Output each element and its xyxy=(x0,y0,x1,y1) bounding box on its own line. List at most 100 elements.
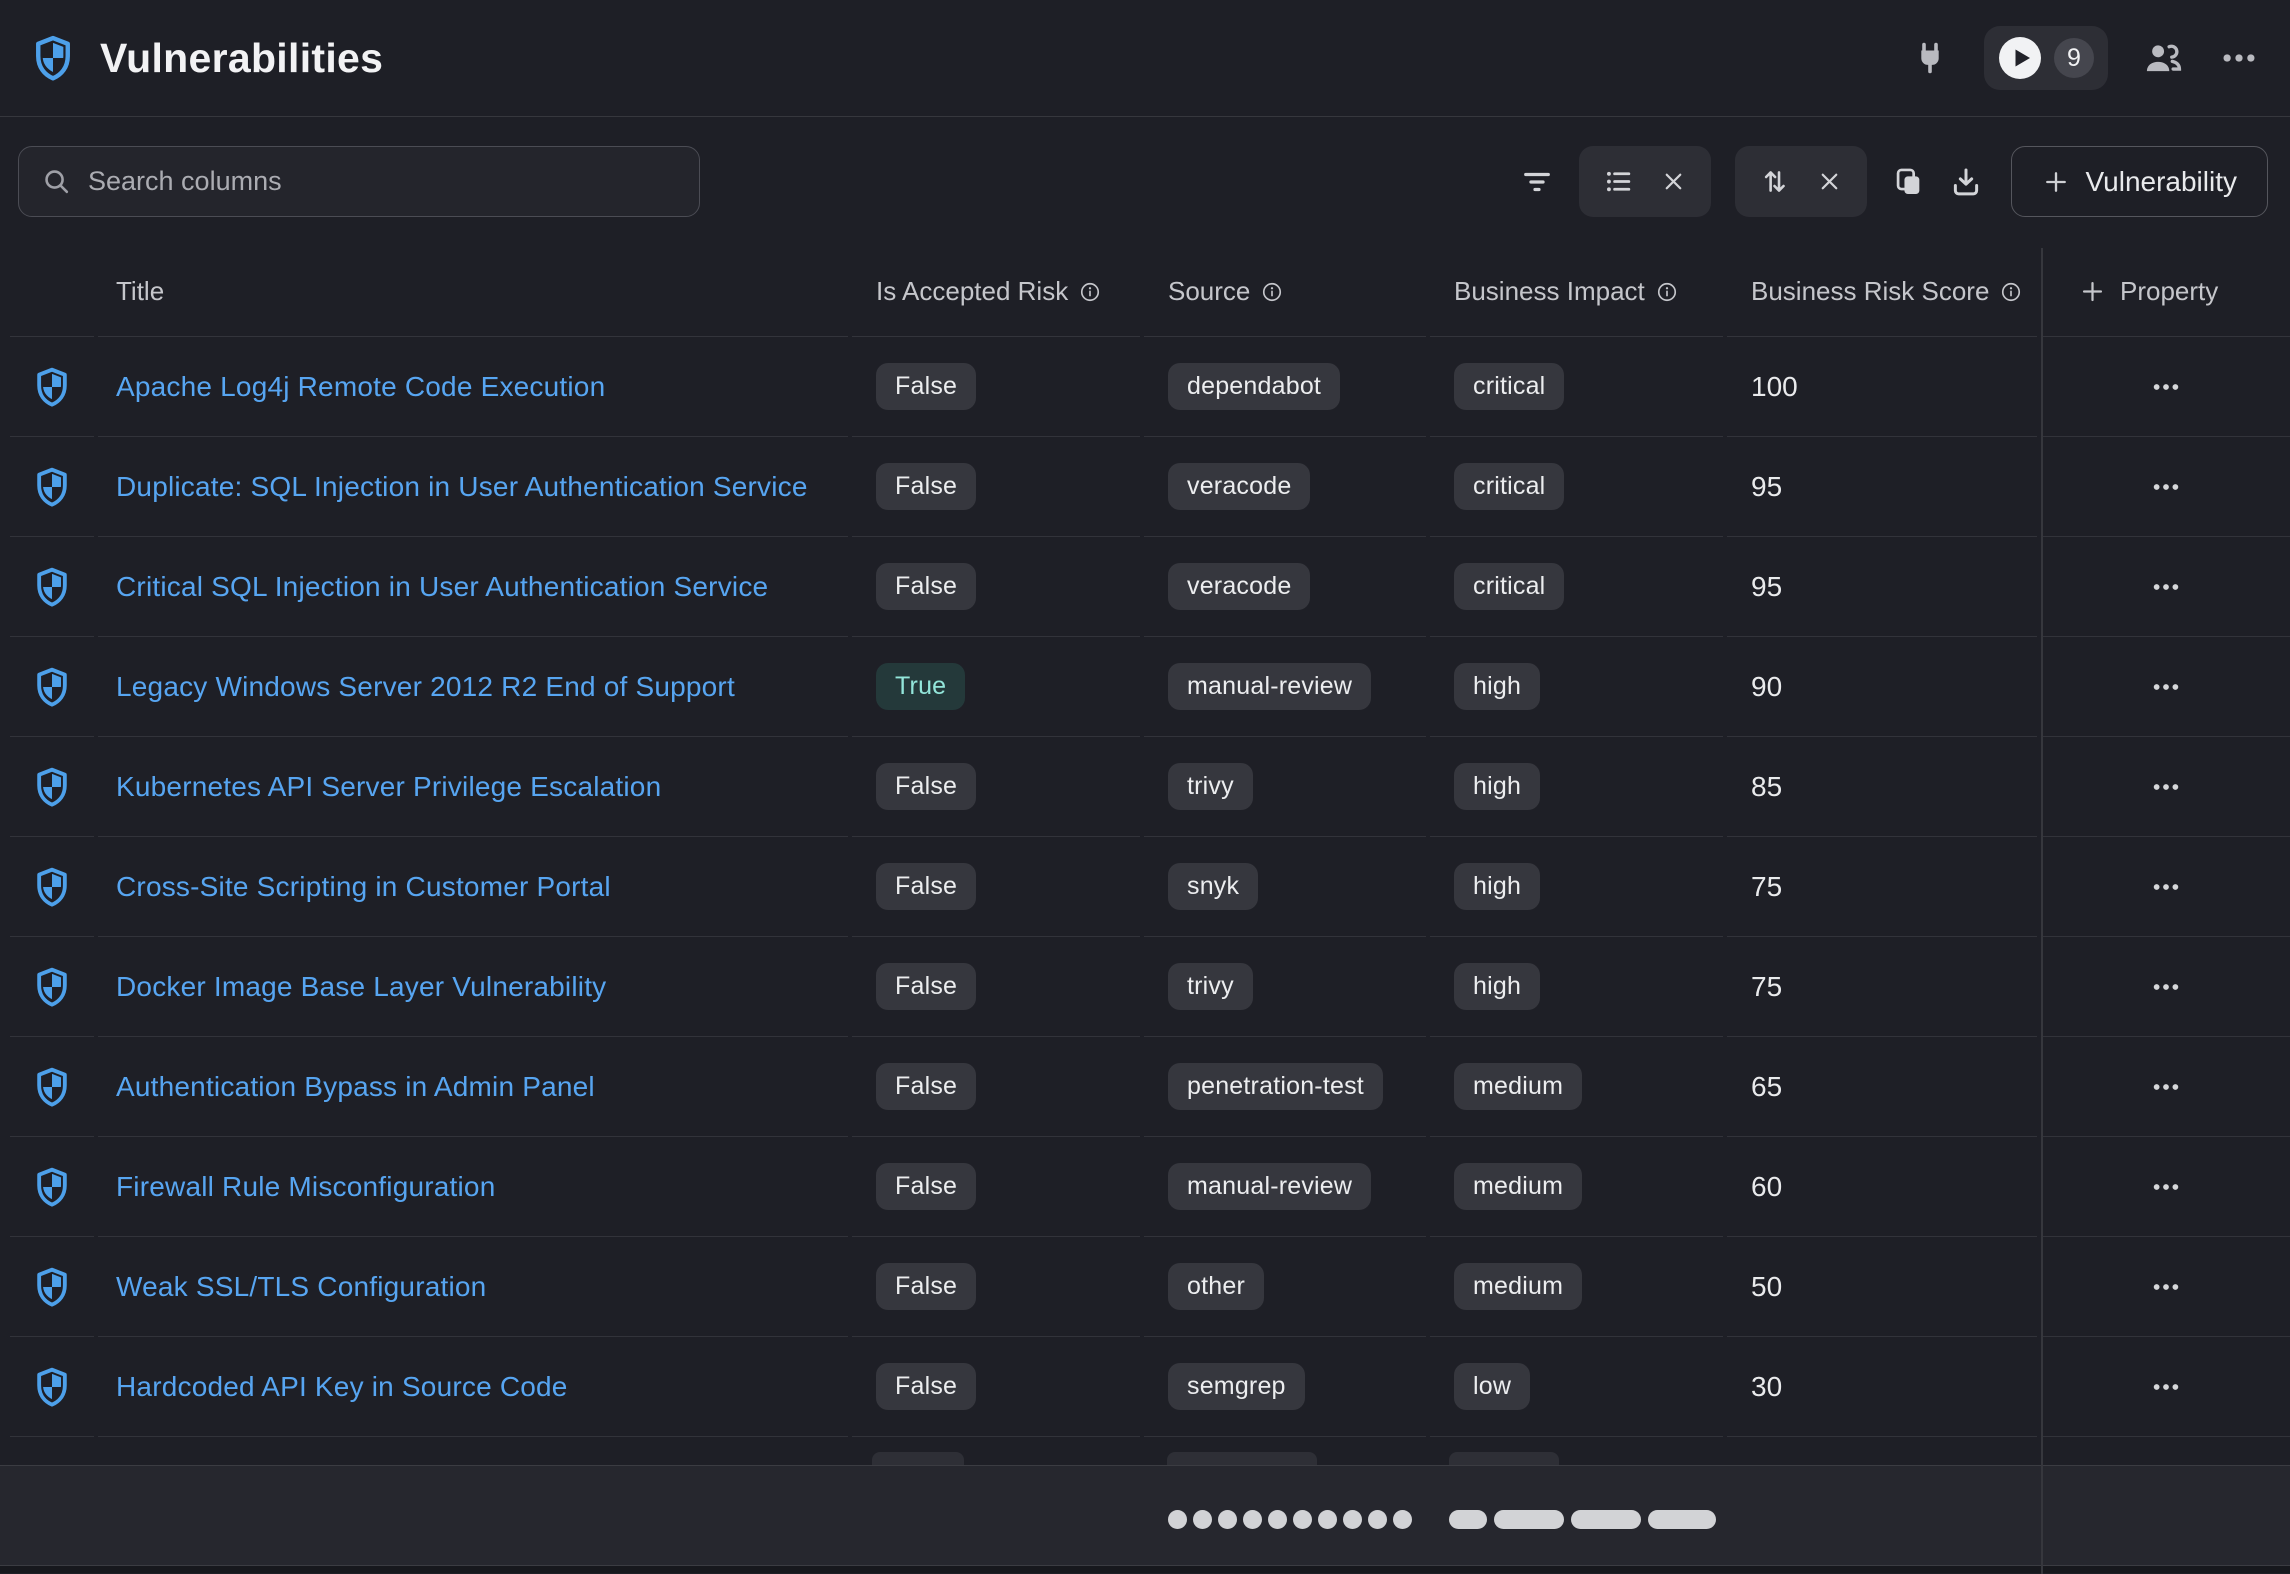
info-icon[interactable] xyxy=(1261,281,1283,303)
clear-sorting-icon[interactable] xyxy=(1816,168,1843,195)
row-actions-button[interactable] xyxy=(2141,362,2191,412)
is-accepted-risk-badge: False xyxy=(876,963,976,1010)
business-impact-badge: critical xyxy=(1454,363,1564,410)
clear-grouping-icon[interactable] xyxy=(1660,168,1687,195)
business-risk-score-value: 75 xyxy=(1751,871,1782,903)
row-actions-button[interactable] xyxy=(2141,862,2191,912)
source-badge: semgrep xyxy=(1168,1363,1305,1410)
row-actions-button[interactable] xyxy=(2141,662,2191,712)
add-property-button[interactable]: Property xyxy=(2041,247,2290,337)
vulnerability-title-link[interactable]: Hardcoded API Key in Source Code xyxy=(116,1371,568,1403)
shield-icon xyxy=(32,967,72,1007)
business-impact-badge: high xyxy=(1454,763,1540,810)
page-title: Vulnerabilities xyxy=(100,35,383,82)
info-icon[interactable] xyxy=(2000,281,2022,303)
source-badge: snyk xyxy=(1168,863,1258,910)
vulnerability-title-link[interactable]: Authentication Bypass in Admin Panel xyxy=(116,1071,595,1103)
info-icon[interactable] xyxy=(1656,281,1678,303)
add-vulnerability-button[interactable]: Vulnerability xyxy=(2011,146,2268,217)
header-source: Source xyxy=(1144,247,1426,337)
add-vulnerability-label: Vulnerability xyxy=(2086,166,2237,198)
partial-badge xyxy=(1449,1452,1559,1465)
table-row: Cross-Site Scripting in Customer Portal … xyxy=(0,837,2290,937)
header-title: Title xyxy=(98,247,848,337)
skeleton-pills xyxy=(1449,1510,1716,1529)
business-risk-score-value: 50 xyxy=(1751,1271,1782,1303)
table-row: Authentication Bypass in Admin Panel Fal… xyxy=(0,1037,2290,1137)
vulnerability-title-link[interactable]: Duplicate: SQL Injection in User Authent… xyxy=(116,471,808,503)
table-body: Apache Log4j Remote Code Execution False… xyxy=(0,337,2290,1437)
ellipsis-icon xyxy=(2151,872,2181,902)
source-badge: manual-review xyxy=(1168,663,1371,710)
row-actions-button[interactable] xyxy=(2141,562,2191,612)
source-badge: manual-review xyxy=(1168,1163,1371,1210)
download-icon[interactable] xyxy=(1949,165,1983,199)
vulnerability-title-link[interactable]: Apache Log4j Remote Code Execution xyxy=(116,371,605,403)
vulnerability-title-link[interactable]: Firewall Rule Misconfiguration xyxy=(116,1171,495,1203)
header-business-impact: Business Impact xyxy=(1430,247,1723,337)
row-actions-button[interactable] xyxy=(2141,962,2191,1012)
source-badge: trivy xyxy=(1168,963,1253,1010)
is-accepted-risk-badge: True xyxy=(876,663,965,710)
copy-icon[interactable] xyxy=(1891,165,1925,199)
shield-icon xyxy=(32,467,72,507)
app-logo-shield-icon xyxy=(30,35,76,81)
shield-icon xyxy=(32,1167,72,1207)
source-badge: trivy xyxy=(1168,763,1253,810)
vulnerability-title-link[interactable]: Critical SQL Injection in User Authentic… xyxy=(116,571,768,603)
table-row: Duplicate: SQL Injection in User Authent… xyxy=(0,437,2290,537)
is-accepted-risk-badge: False xyxy=(876,1363,976,1410)
vulnerability-title-link[interactable]: Legacy Windows Server 2012 R2 End of Sup… xyxy=(116,671,735,703)
plug-icon[interactable] xyxy=(1912,40,1948,76)
ellipsis-icon xyxy=(2151,772,2181,802)
property-column-divider xyxy=(2041,248,2043,1574)
shield-icon xyxy=(32,767,72,807)
shield-icon xyxy=(32,1367,72,1407)
toolbar: Vulnerability xyxy=(0,146,2290,217)
row-actions-button[interactable] xyxy=(2141,1162,2191,1212)
shield-icon xyxy=(32,1267,72,1307)
users-icon[interactable] xyxy=(2142,37,2184,79)
ellipsis-icon xyxy=(2151,672,2181,702)
ellipsis-icon xyxy=(2151,1172,2181,1202)
shield-icon xyxy=(32,667,72,707)
ellipsis-icon xyxy=(2151,372,2181,402)
vulnerability-title-link[interactable]: Kubernetes API Server Privilege Escalati… xyxy=(116,771,661,803)
ellipsis-icon xyxy=(2151,972,2181,1002)
filter-icon[interactable] xyxy=(1519,164,1555,200)
row-actions-button[interactable] xyxy=(2141,762,2191,812)
row-actions-button[interactable] xyxy=(2141,1362,2191,1412)
partial-row-strip xyxy=(0,1437,2290,1465)
business-risk-score-value: 60 xyxy=(1751,1171,1782,1203)
partial-badge xyxy=(1167,1452,1317,1465)
row-actions-button[interactable] xyxy=(2141,1262,2191,1312)
table-row: Docker Image Base Layer Vulnerability Fa… xyxy=(0,937,2290,1037)
shield-icon xyxy=(32,867,72,907)
list-icon[interactable] xyxy=(1603,166,1634,197)
vulnerability-title-link[interactable]: Weak SSL/TLS Configuration xyxy=(116,1271,486,1303)
table-row: Legacy Windows Server 2012 R2 End of Sup… xyxy=(0,637,2290,737)
sort-icon[interactable] xyxy=(1759,166,1790,197)
ellipsis-icon xyxy=(2151,572,2181,602)
source-badge: veracode xyxy=(1168,563,1310,610)
source-badge: other xyxy=(1168,1263,1264,1310)
row-actions-button[interactable] xyxy=(2141,1062,2191,1112)
more-menu-icon[interactable] xyxy=(2220,39,2258,77)
source-badge: veracode xyxy=(1168,463,1310,510)
business-risk-score-value: 95 xyxy=(1751,571,1782,603)
source-badge: dependabot xyxy=(1168,363,1340,410)
business-impact-badge: high xyxy=(1454,663,1540,710)
row-actions-button[interactable] xyxy=(2141,462,2191,512)
plus-icon xyxy=(2042,168,2070,196)
business-impact-badge: high xyxy=(1454,863,1540,910)
vulnerability-title-link[interactable]: Cross-Site Scripting in Customer Portal xyxy=(116,871,611,903)
info-icon[interactable] xyxy=(1079,281,1101,303)
is-accepted-risk-badge: False xyxy=(876,563,976,610)
is-accepted-risk-badge: False xyxy=(876,363,976,410)
search-input[interactable] xyxy=(88,166,677,197)
is-accepted-risk-badge: False xyxy=(876,463,976,510)
business-risk-score-value: 100 xyxy=(1751,371,1798,403)
vulnerability-title-link[interactable]: Docker Image Base Layer Vulnerability xyxy=(116,971,606,1003)
is-accepted-risk-badge: False xyxy=(876,1063,976,1110)
run-button[interactable]: 9 xyxy=(1984,26,2108,90)
